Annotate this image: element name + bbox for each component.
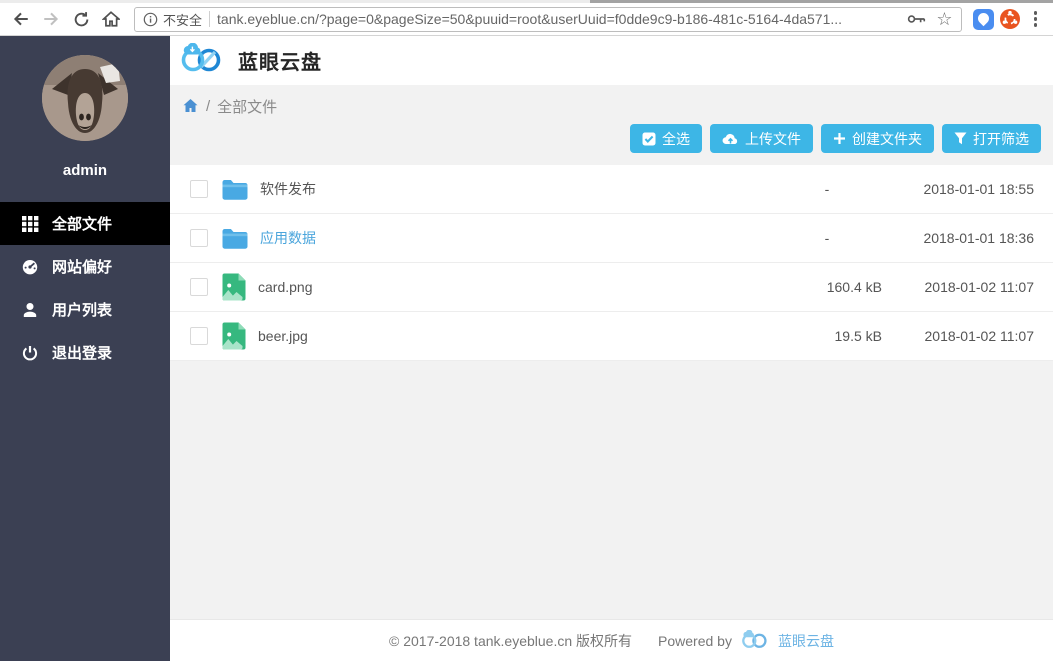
security-label[interactable]: 不安全 — [143, 10, 202, 29]
omnibox-divider — [209, 11, 210, 27]
sidebar-item-label: 全部文件 — [52, 213, 112, 234]
file-size: 19.5 kB — [772, 328, 882, 344]
open-filter-button[interactable]: 打开筛选 — [942, 124, 1041, 153]
username: admin — [0, 162, 170, 179]
app-header: 蓝眼云盘 — [170, 36, 1053, 85]
gauge-icon — [21, 258, 39, 276]
sidebar-item-label: 网站偏好 — [52, 256, 112, 277]
address-bar[interactable]: 不安全 tank.eyeblue.cn/?page=0&pageSize=50&… — [134, 7, 962, 32]
powered-by-text: Powered by — [658, 633, 732, 649]
sidebar-item-logout[interactable]: 退出登录 — [0, 331, 170, 374]
content-spacer — [170, 361, 1053, 619]
footer-brand-link[interactable]: 蓝眼云盘 — [778, 631, 834, 651]
grid-icon — [21, 215, 39, 233]
row-checkbox[interactable] — [190, 180, 208, 198]
sidebar-item-label: 用户列表 — [52, 299, 112, 320]
row-checkbox[interactable] — [190, 278, 208, 296]
breadcrumb-current[interactable]: 全部文件 — [217, 96, 277, 117]
browser-toolbar: 不安全 tank.eyeblue.cn/?page=0&pageSize=50&… — [0, 3, 1053, 36]
file-date: 2018-01-01 18:36 — [882, 230, 1034, 246]
file-list: 软件发布 - 2018-01-01 18:55 应用数据 - 2018-01-0… — [170, 165, 1053, 361]
key-icon[interactable] — [907, 12, 927, 26]
app-logo[interactable] — [179, 43, 225, 78]
avatar[interactable] — [42, 55, 128, 141]
breadcrumb-separator: / — [206, 98, 210, 115]
sidebar-item-user-list[interactable]: 用户列表 — [0, 288, 170, 331]
action-buttons: 全选 上传文件 创建文件夹 打开筛选 — [170, 124, 1041, 153]
power-icon — [21, 344, 39, 362]
file-name[interactable]: beer.jpg — [258, 328, 772, 344]
checkbox-icon — [642, 132, 656, 146]
back-icon[interactable] — [8, 6, 34, 32]
browser-menu-icon[interactable] — [1026, 11, 1046, 27]
sidebar-menu: 全部文件 网站偏好 用户列表 退出登录 — [0, 202, 170, 374]
folder-icon — [222, 228, 248, 249]
row-checkbox[interactable] — [190, 327, 208, 345]
table-row: 软件发布 - 2018-01-01 18:55 — [170, 165, 1053, 214]
file-size: - — [772, 181, 882, 197]
row-checkbox[interactable] — [190, 229, 208, 247]
footer-logo — [740, 630, 770, 652]
create-folder-button[interactable]: 创建文件夹 — [821, 124, 934, 153]
table-row: beer.jpg 19.5 kB 2018-01-02 11:07 — [170, 312, 1053, 361]
file-name[interactable]: 软件发布 — [260, 179, 772, 199]
file-size: 160.4 kB — [772, 279, 882, 295]
file-date: 2018-01-02 11:07 — [882, 279, 1034, 295]
select-all-button[interactable]: 全选 — [630, 124, 702, 153]
info-icon — [143, 12, 158, 27]
breadcrumb: / 全部文件 — [182, 96, 1053, 116]
forward-icon[interactable] — [38, 6, 64, 32]
blue-extension-icon[interactable] — [972, 8, 995, 31]
home-icon[interactable] — [182, 98, 199, 114]
bookmark-star-icon[interactable]: ☆ — [936, 10, 952, 28]
folder-icon — [222, 179, 248, 200]
sidebar: admin 全部文件 网站偏好 用户列表 — [0, 36, 170, 661]
footer: © 2017-2018 tank.eyeblue.cn 版权所有 Powered… — [170, 619, 1053, 661]
file-size: - — [772, 230, 882, 246]
sidebar-item-all-files[interactable]: 全部文件 — [0, 202, 170, 245]
sidebar-item-site-preferences[interactable]: 网站偏好 — [0, 245, 170, 288]
refresh-icon[interactable] — [68, 6, 94, 32]
plus-icon — [833, 132, 846, 145]
user-icon — [21, 301, 39, 319]
file-date: 2018-01-02 11:07 — [882, 328, 1034, 344]
image-file-icon — [222, 273, 246, 301]
table-row: card.png 160.4 kB 2018-01-02 11:07 — [170, 263, 1053, 312]
sidebar-item-label: 退出登录 — [52, 342, 112, 363]
main-area: 蓝眼云盘 / 全部文件 全选 上传文件 — [170, 36, 1053, 661]
file-date: 2018-01-01 18:55 — [882, 181, 1034, 197]
url-text[interactable]: tank.eyeblue.cn/?page=0&pageSize=50&puui… — [217, 11, 900, 27]
file-name[interactable]: card.png — [258, 279, 772, 295]
copyright-text: © 2017-2018 tank.eyeblue.cn 版权所有 — [389, 631, 632, 651]
ubuntu-extension-icon[interactable] — [999, 8, 1022, 31]
app-title: 蓝眼云盘 — [238, 46, 322, 75]
cloud-upload-icon — [722, 132, 739, 145]
filter-icon — [954, 132, 967, 145]
upload-file-button[interactable]: 上传文件 — [710, 124, 813, 153]
image-file-icon — [222, 322, 246, 350]
home-icon[interactable] — [98, 6, 124, 32]
file-name[interactable]: 应用数据 — [260, 228, 772, 248]
table-row: 应用数据 - 2018-01-01 18:36 — [170, 214, 1053, 263]
